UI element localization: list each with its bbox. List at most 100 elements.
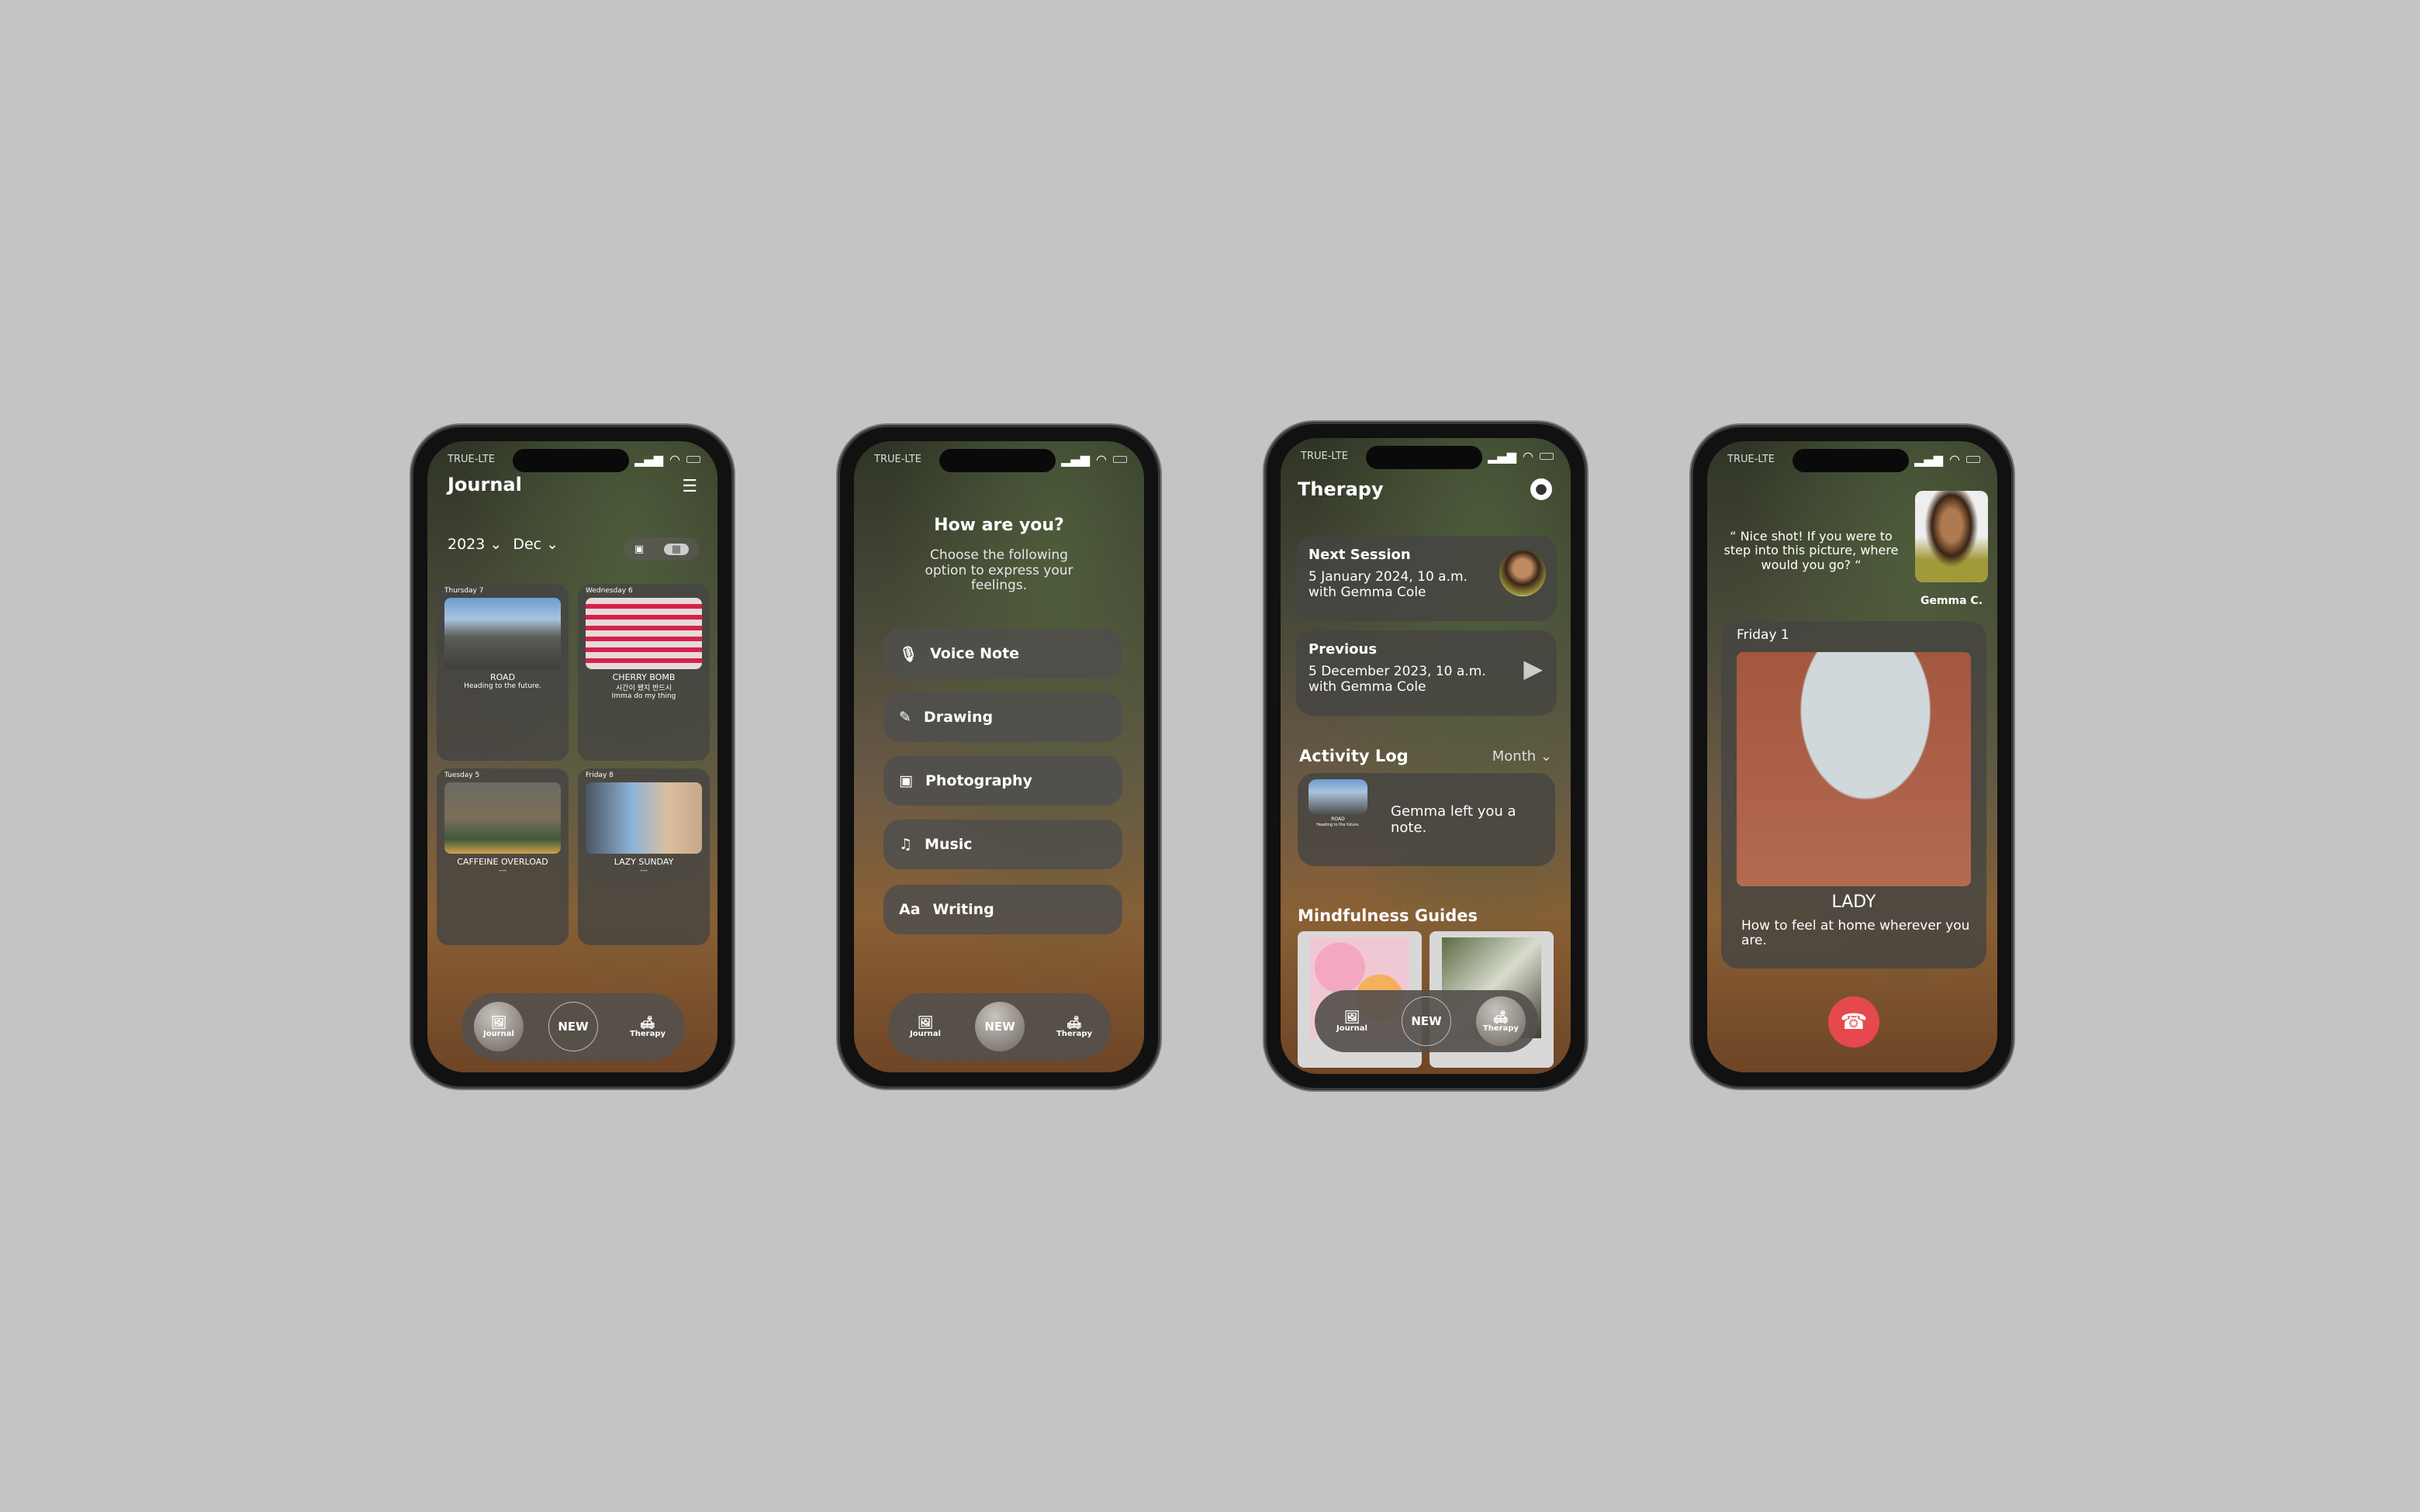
entry-caption: How to feel at home wherever you are.	[1741, 918, 1970, 948]
phone-call: TRUE-LTE ▂▄▆ ◠ “ Nice shot! If you were t…	[1691, 425, 2014, 1089]
nav-therapy[interactable]: 🛋︎ Therapy	[1049, 1002, 1099, 1051]
play-icon[interactable]: ▶	[1523, 654, 1543, 683]
text-icon: Aa	[899, 901, 921, 918]
sofa-icon: 🛋︎	[639, 1015, 656, 1030]
nav-therapy[interactable]: 🛋︎ Therapy	[623, 1002, 672, 1051]
entry-card[interactable]: Wednesday 6 CHERRY BOMB 시간이 됐지 반드시 Imma …	[578, 584, 710, 761]
entry-caption: 시간이 됐지 반드시	[616, 685, 672, 692]
phone-therapy: TRUE-LTE ▂▄▆ ◠ Therapy ● Next Session 5 J…	[1264, 422, 1587, 1090]
year-select[interactable]: 2023 ⌄	[448, 536, 502, 553]
journal-icon: 🖼︎	[490, 1015, 507, 1030]
nav-journal[interactable]: 🖼︎ Journal	[474, 1002, 524, 1051]
nav-journal-label: Journal	[1336, 1024, 1367, 1033]
activity-note-card[interactable]: ROAD Heading to the future. Gemma left y…	[1298, 773, 1555, 866]
entry-card[interactable]: Friday 8 LAZY SUNDAY ---	[578, 768, 710, 945]
nav-journal-label: Journal	[910, 1030, 941, 1038]
nav-new[interactable]: NEW	[548, 1002, 598, 1051]
signal-icon: ▂▄▆	[1914, 452, 1944, 467]
entry-day: Wednesday 6	[586, 587, 633, 595]
bottom-nav: 🖼︎ Journal NEW 🛋︎ Therapy	[888, 993, 1111, 1060]
month-select[interactable]: Dec ⌄	[513, 536, 558, 553]
dynamic-island	[1793, 449, 1909, 472]
entry-caption: ---	[499, 867, 506, 875]
sofa-icon: 🛋︎	[1492, 1010, 1509, 1024]
menu-icon[interactable]: ☰	[682, 477, 697, 496]
entry-photo	[444, 782, 561, 854]
entry-title: LAZY SUNDAY	[614, 857, 674, 867]
nav-journal[interactable]: 🖼︎ Journal	[1327, 996, 1377, 1046]
entry-title: CHERRY BOMB	[612, 672, 676, 682]
previous-session-card[interactable]: Previous 5 December 2023, 10 a.m. with G…	[1296, 630, 1557, 716]
end-call-button[interactable]: ☎	[1828, 996, 1879, 1048]
sofa-icon: 🛋︎	[1066, 1015, 1083, 1030]
option-voice-note[interactable]: 🎙︎ Voice Note	[883, 629, 1122, 678]
option-label: Music	[925, 836, 973, 853]
entry-title: LADY	[1831, 892, 1876, 912]
option-writing[interactable]: Aa Writing	[883, 885, 1122, 934]
grid-view-icon[interactable]: ▦	[664, 543, 690, 555]
wifi-icon: ◠	[669, 452, 680, 467]
mindfulness-title: Mindfulness Guides	[1298, 906, 1478, 925]
option-photography[interactable]: ▣ Photography	[883, 756, 1122, 806]
dynamic-island	[939, 449, 1056, 472]
nav-therapy-label: Therapy	[629, 1030, 666, 1038]
call-screen: TRUE-LTE ▂▄▆ ◠ “ Nice shot! If you were t…	[1707, 441, 1997, 1072]
nav-journal[interactable]: 🖼︎ Journal	[901, 1002, 950, 1051]
status-icons: ▂▄▆ ◠	[1488, 449, 1554, 464]
new-entry-screen: TRUE-LTE ▂▄▆ ◠ How are you? Choose the fo…	[854, 441, 1144, 1072]
note-thumb-caption: Heading to the future.	[1316, 823, 1360, 827]
nav-therapy[interactable]: 🛋︎ Therapy	[1476, 996, 1526, 1046]
status-icons: ▂▄▆ ◠	[1061, 452, 1127, 467]
phone-hangup-icon: ☎	[1840, 1009, 1868, 1034]
chevron-down-icon: ⌄	[1540, 748, 1552, 765]
year-value: 2023	[448, 536, 486, 553]
entry-photo	[444, 598, 561, 669]
nav-new[interactable]: NEW	[1402, 996, 1451, 1046]
status-icons: ▂▄▆ ◠	[1914, 452, 1980, 467]
image-view-icon[interactable]: ▣	[634, 544, 644, 555]
next-session-card[interactable]: Next Session 5 January 2024, 10 a.m. wit…	[1296, 536, 1557, 621]
therapy-screen: TRUE-LTE ▂▄▆ ◠ Therapy ● Next Session 5 J…	[1281, 438, 1571, 1074]
month-value: Dec	[513, 536, 542, 553]
option-label: Writing	[932, 901, 994, 918]
signal-icon: ▂▄▆	[1061, 452, 1091, 467]
wifi-icon: ◠	[1949, 452, 1960, 467]
battery-icon	[1540, 453, 1554, 460]
entry-card[interactable]: Thursday 7 ROAD Heading to the future.	[437, 584, 569, 761]
nav-new-label: NEW	[1411, 1014, 1442, 1028]
battery-icon	[1113, 456, 1127, 463]
profile-icon[interactable]: ●	[1530, 478, 1552, 500]
signal-icon: ▂▄▆	[1488, 449, 1517, 464]
entry-day: Friday 8	[586, 772, 614, 779]
view-toggle: ▣ ▦	[624, 537, 699, 561]
previous-session-therapist: with Gemma Cole	[1309, 679, 1426, 695]
option-music[interactable]: ♫ Music	[883, 820, 1122, 869]
entry-photo	[586, 782, 702, 854]
note-thumbnail	[1309, 779, 1367, 815]
option-label: Voice Note	[930, 645, 1020, 662]
phone-new-entry: TRUE-LTE ▂▄▆ ◠ How are you? Choose the fo…	[838, 425, 1160, 1089]
option-label: Photography	[925, 772, 1032, 789]
date-filter: 2023 ⌄ Dec ⌄	[448, 536, 558, 553]
nav-new[interactable]: NEW	[975, 1002, 1025, 1051]
nav-new-label: NEW	[558, 1020, 589, 1034]
bottom-nav: 🖼︎ Journal NEW 🛋︎ Therapy	[462, 993, 685, 1060]
pen-icon: ✎	[899, 709, 911, 726]
previous-session-label: Previous	[1309, 641, 1378, 658]
nav-therapy-label: Therapy	[1056, 1030, 1093, 1038]
activity-note-text: Gemma left you a note.	[1391, 803, 1516, 836]
nav-journal-label: Journal	[483, 1030, 514, 1038]
option-drawing[interactable]: ✎ Drawing	[883, 692, 1122, 742]
page-title: Journal	[448, 474, 522, 495]
previous-session-date: 5 December 2023, 10 a.m.	[1309, 664, 1486, 679]
dynamic-island	[1366, 446, 1482, 469]
entry-photo	[586, 598, 702, 669]
status-icons: ▂▄▆ ◠	[634, 452, 700, 467]
entry-day: Friday 1	[1737, 627, 1789, 643]
carrier-label: TRUE-LTE	[1727, 454, 1775, 465]
entry-card[interactable]: Tuesday 5 CAFFEINE OVERLOAD ---	[437, 768, 569, 945]
journal-screen: TRUE-LTE ▂▄▆ ◠ Journal ☰ 2023 ⌄ Dec ⌄ ▣ ▦…	[427, 441, 717, 1072]
activity-filter[interactable]: Month ⌄	[1492, 748, 1552, 765]
microphone-icon: 🎙︎	[899, 645, 918, 663]
note-thumb-title: ROAD	[1331, 816, 1345, 822]
